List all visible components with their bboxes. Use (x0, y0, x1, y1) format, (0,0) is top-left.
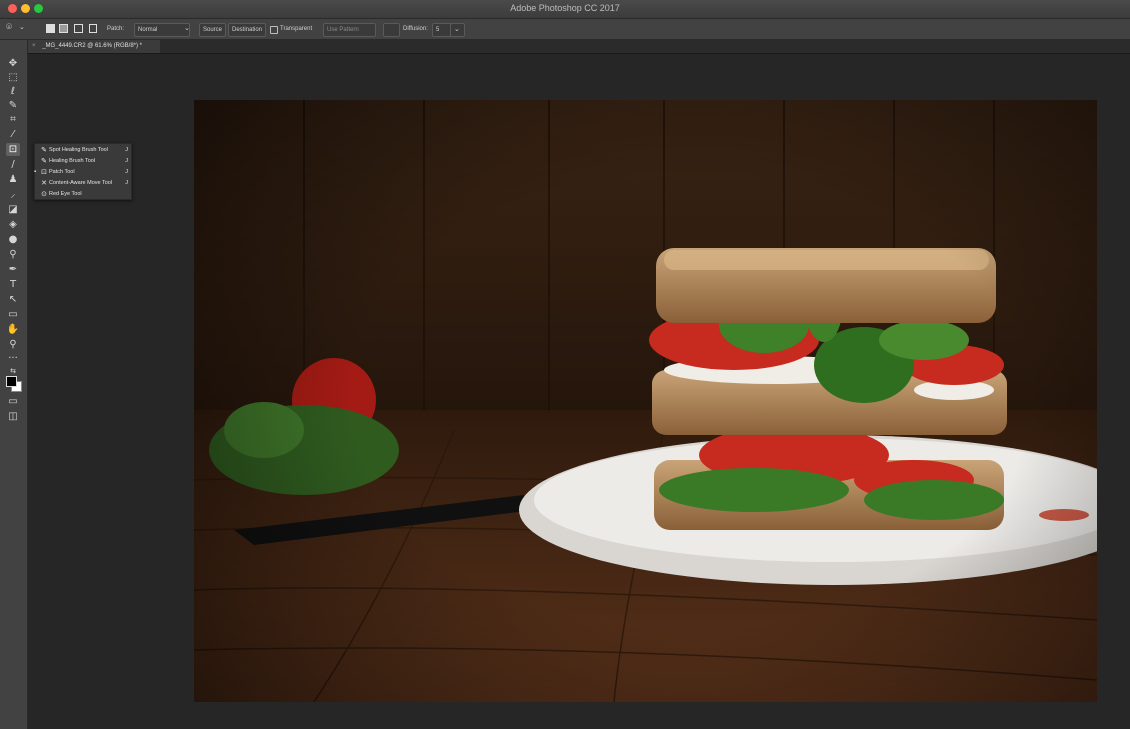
flyout-item-spot-healing[interactable]: ✎ Spot Healing Brush Tool J (35, 145, 131, 155)
patch-label: Patch: (107, 26, 125, 32)
tools-panel: ✥ ⬚ ℓ ✎ ⌗ ⁄ ⊡ / ♟ ⸝ ◪ ◈ ● ⚲ ✒ T ↖ ▭ ✋ ⚲ … (0, 40, 28, 729)
document-tab-bar: × _MG_4449.CR2 @ 61.6% (RGB/8*) * (28, 40, 1130, 54)
flyout-item-red-eye[interactable]: ⊙ Red Eye Tool (35, 189, 131, 199)
transparent-label: Transparent (280, 26, 313, 32)
red-eye-icon: ⊙ (41, 190, 47, 198)
flyout-item-healing-brush[interactable]: ✎ Healing Brush Tool J (35, 156, 131, 166)
zoom-icon[interactable]: ⚲ (6, 338, 20, 351)
hand-icon[interactable]: ✋ (6, 323, 20, 336)
more-icon[interactable]: ··· (6, 352, 20, 365)
options-bar: ⌾ ⌄ Patch: Normal ⌄ Source Destination T… (0, 19, 1130, 40)
type-icon[interactable]: T (6, 278, 20, 291)
transparent-checkbox[interactable] (270, 26, 278, 34)
lasso-icon[interactable]: ℓ (6, 85, 20, 98)
crop-icon[interactable]: ⌗ (6, 113, 20, 126)
dodge-icon[interactable]: ⚲ (6, 248, 20, 261)
flyout-item-content-aware-move[interactable]: ✕ Content-Aware Move Tool J (35, 178, 131, 188)
tool-preset-icon[interactable]: ⌾ (6, 22, 12, 34)
move-icon[interactable]: ✥ (6, 57, 20, 70)
quick-mask-icon[interactable]: ▭ (6, 395, 20, 408)
patch-icon: ⊡ (41, 168, 47, 176)
pen-icon[interactable]: ✒ (6, 263, 20, 276)
diffusion-input[interactable]: 5 (432, 23, 452, 37)
rectangle-icon[interactable]: ▭ (6, 308, 20, 321)
app-title: Adobe Photoshop CC 2017 (510, 3, 620, 13)
pattern-picker[interactable] (383, 23, 400, 37)
eyedropper-icon[interactable]: ⁄ (6, 128, 20, 141)
intersect-selection-icon[interactable] (89, 24, 97, 33)
history-brush-icon[interactable]: ⸝ (6, 188, 20, 201)
marquee-icon[interactable]: ⬚ (6, 71, 20, 84)
eraser-icon[interactable]: ◪ (6, 203, 20, 216)
flyout-item-patch[interactable]: ▪ ⊡ Patch Tool J (34, 167, 131, 177)
quick-select-icon[interactable]: ✎ (6, 99, 20, 112)
healing-brush-icon: ✎ (41, 157, 47, 165)
paint-bucket-icon[interactable]: ◈ (6, 218, 20, 231)
title-bar: Adobe Photoshop CC 2017 (0, 0, 1130, 19)
add-to-selection-icon[interactable] (59, 24, 68, 33)
stamp-icon[interactable]: ♟ (6, 173, 20, 186)
document-tab[interactable]: × _MG_4449.CR2 @ 61.6% (RGB/8*) * (28, 40, 160, 53)
patch-icon[interactable]: ⊡ (6, 143, 20, 156)
selected-marker-icon: ▪ (34, 169, 37, 175)
chevron-down-icon: ⌄ (184, 25, 190, 32)
screen-mode-icon[interactable]: ◫ (6, 410, 20, 423)
blur-icon[interactable]: ● (6, 233, 20, 246)
document-tab-label: _MG_4449.CR2 @ 61.6% (RGB/8*) * (42, 43, 142, 49)
new-selection-icon[interactable] (46, 24, 55, 33)
patch-mode-select[interactable]: Normal (134, 23, 190, 37)
healing-tools-flyout: ✎ Spot Healing Brush Tool J ✎ Healing Br… (34, 143, 132, 200)
spot-healing-icon: ✎ (41, 146, 47, 154)
chevron-down-icon[interactable]: ⌄ (19, 22, 25, 34)
content-aware-move-icon: ✕ (41, 179, 47, 187)
path-select-icon[interactable]: ↖ (6, 293, 20, 306)
chevron-down-icon[interactable]: ⌄ (450, 23, 465, 37)
close-tab-icon[interactable]: × (32, 43, 36, 49)
foreground-color-swatch[interactable] (6, 376, 17, 387)
destination-button[interactable]: Destination (228, 23, 267, 37)
diffusion-label: Diffusion: (403, 26, 428, 32)
document-image[interactable] (194, 100, 1097, 702)
source-button[interactable]: Source (199, 23, 227, 37)
subtract-selection-icon[interactable] (74, 24, 83, 33)
use-pattern-button[interactable]: Use Pattern (323, 23, 376, 37)
brush-icon[interactable]: / (6, 158, 20, 171)
sandwich-photo (194, 100, 1097, 702)
